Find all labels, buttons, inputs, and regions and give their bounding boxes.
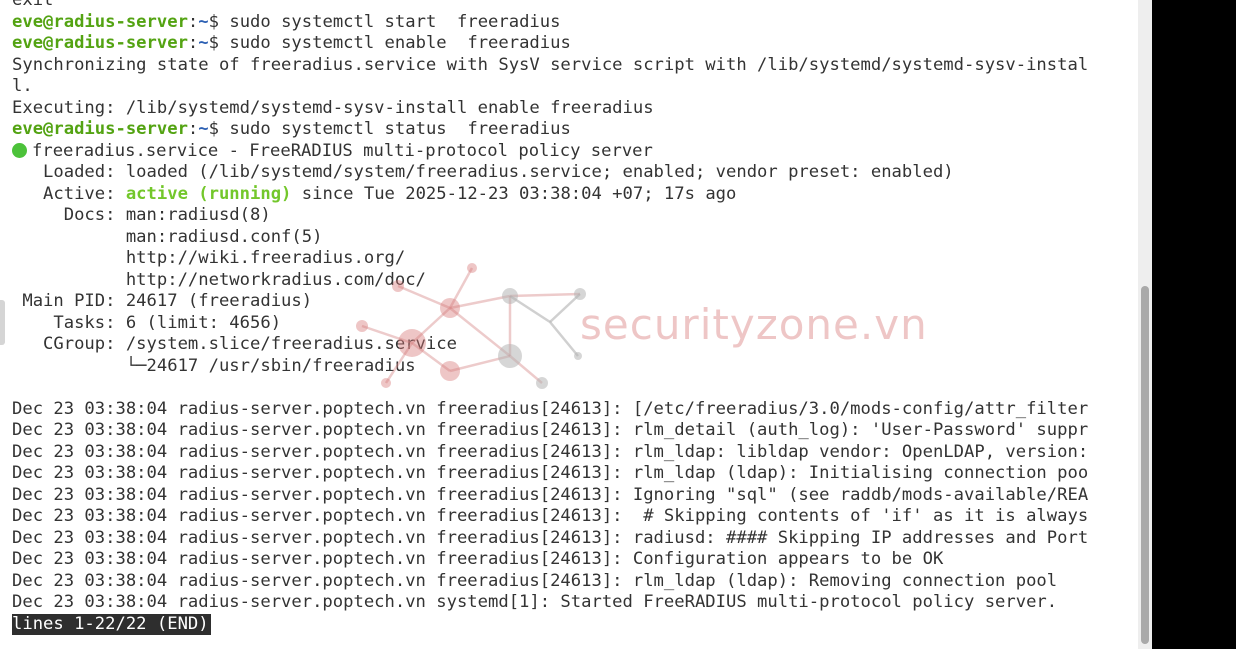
output-line: exit [12,0,54,10]
service-title-line: freeradius.service - FreeRADIUS multi-pr… [12,141,1136,163]
prompt-separator: : [187,33,199,53]
loaded-line: Loaded: loaded (/lib/systemd/system/free… [12,162,954,182]
prompt-symbol: $ [208,33,230,53]
tasks-line: Tasks: 6 (limit: 4656) [12,312,282,333]
prompt-path: ~ [198,11,209,32]
docs-line: http://wiki.freeradius.org/ [12,248,406,268]
docs-line: http://networkradius.com/doc/ [12,269,426,290]
desktop-background [1152,0,1236,649]
pager-status: lines 1-22/22 (END) [12,613,211,635]
docs-line: man:radiusd.conf(5) [12,226,323,247]
command-line-start: eve@radius-server:~$ sudo systemctl star… [12,12,1136,34]
main-pid-line: Main PID: 24617 (freeradius) [12,291,313,311]
log-line: Dec 23 03:38:04 radius-server.poptech.vn… [12,484,1089,505]
command-text: sudo systemctl start freeradius [229,11,561,32]
prompt-separator: : [187,11,199,32]
docs-line: Docs: man:radiusd(8) [12,205,271,225]
command-line-enable: eve@radius-server:~$ sudo systemctl enab… [12,33,1136,55]
command-text: sudo systemctl status freeradius [229,119,571,139]
log-line: Dec 23 03:38:04 radius-server.poptech.vn… [12,570,1058,591]
output-line: l. [12,76,33,96]
command-text: sudo systemctl enable freeradius [229,33,571,53]
scrollbar-track[interactable] [1138,0,1152,649]
prompt-user-host: eve@radius-server [12,119,188,139]
terminal-window[interactable]: exit eve@radius-server:~$ sudo systemctl… [0,0,1138,649]
prompt-separator: : [187,119,199,139]
pager-status-line: lines 1-22/22 (END) [12,613,1136,635]
log-line: Dec 23 03:38:04 radius-server.poptech.vn… [12,527,1089,548]
window-edge-handle [0,300,5,345]
prompt-symbol: $ [208,11,230,32]
log-line: Dec 23 03:38:04 radius-server.poptech.vn… [12,592,1058,612]
log-line: Dec 23 03:38:04 radius-server.poptech.vn… [12,506,1089,526]
active-since: since Tue 2025-12-23 03:38:04 +07; 17s a… [291,183,737,204]
prompt-path: ~ [198,119,209,139]
active-line: Active: active (running) since Tue 2025-… [12,184,1136,206]
cgroup-line: CGroup: /system.slice/freeradius.service [12,334,457,354]
scrollbar-thumb[interactable] [1141,286,1149,644]
output-line: Executing: /lib/systemd/systemd-sysv-ins… [12,97,654,118]
prompt-path: ~ [198,33,209,53]
service-title: freeradius.service - FreeRADIUS multi-pr… [32,140,653,161]
prompt-user-host: eve@radius-server [12,11,188,32]
terminal-output: exit eve@radius-server:~$ sudo systemctl… [12,0,1136,635]
log-line: Dec 23 03:38:04 radius-server.poptech.vn… [12,420,1089,440]
log-line: Dec 23 03:38:04 radius-server.poptech.vn… [12,398,1089,419]
log-line: Dec 23 03:38:04 radius-server.poptech.vn… [12,549,944,569]
prompt-user-host: eve@radius-server [12,33,188,53]
green-dot-icon [12,142,27,158]
output-line: Synchronizing state of freeradius.servic… [12,54,1089,75]
log-line: Dec 23 03:38:04 radius-server.poptech.vn… [12,441,1089,462]
log-line: Dec 23 03:38:04 radius-server.poptech.vn… [12,463,1089,483]
active-state: active (running) [125,183,292,204]
prompt-symbol: $ [208,119,230,139]
command-line-status: eve@radius-server:~$ sudo systemctl stat… [12,119,1136,141]
active-label: Active: [12,183,126,204]
cgroup-child-line: └─24617 /usr/sbin/freeradius [12,355,416,376]
